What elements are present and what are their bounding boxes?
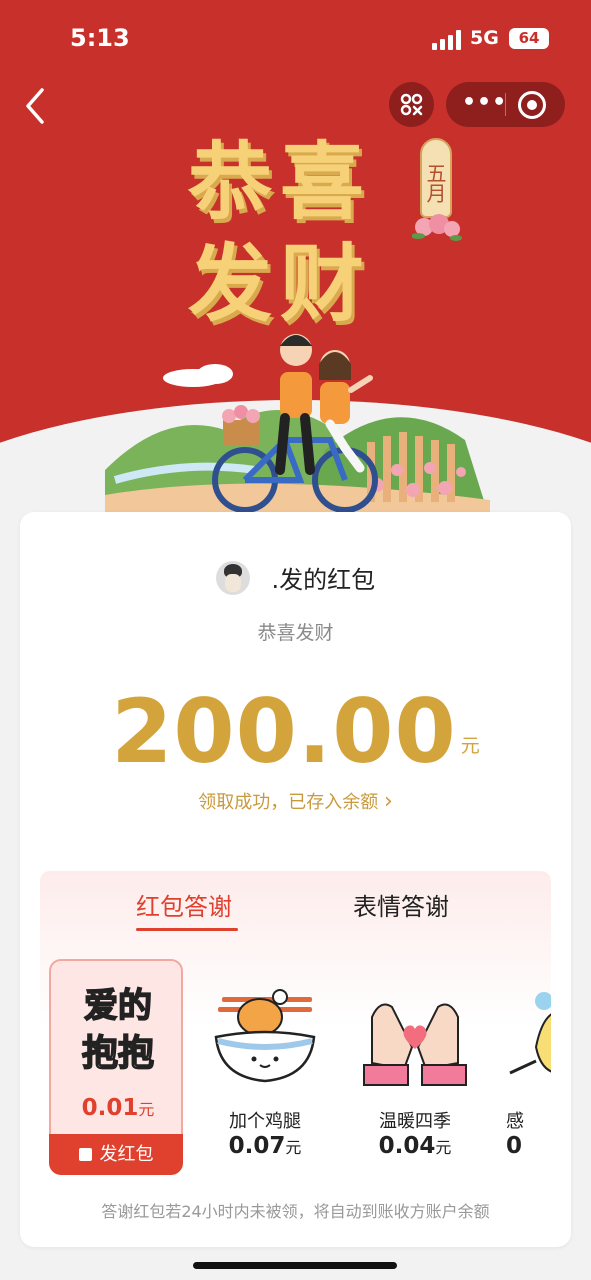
gift-card-partial[interactable]: 感 0 [498, 959, 551, 1173]
gift-price: 0.04元 [348, 1133, 482, 1159]
blessing-text: 恭喜发财 [257, 622, 334, 644]
received-text: 领取成功，已存入余额 [198, 792, 379, 813]
month-tag: 五月 [420, 138, 452, 218]
gift-price-unit: 元 [138, 1100, 155, 1119]
network-label: 5G [470, 27, 499, 49]
gift-name: 加个鸡腿 [229, 1111, 301, 1132]
gift-price: 0 [506, 1133, 551, 1159]
partial-gift-icon [509, 992, 551, 1075]
red-packet-detail-card: .发的红包 恭喜发财 200.00 元 领取成功，已存入余额 › 红包答谢 表情答… [20, 512, 571, 1247]
active-tab-indicator [136, 928, 238, 931]
battery-icon: 64 [509, 28, 549, 49]
red-packet-icon [78, 1148, 92, 1161]
banner-title-line1: 恭喜 [188, 132, 373, 231]
hug-sticker-line1: 爱的 [84, 986, 152, 1026]
roses-icon [412, 214, 462, 241]
mini-program-capsule: ••• [446, 82, 565, 127]
signal-icon [432, 30, 461, 50]
home-indicator[interactable] [193, 1262, 397, 1269]
hug-sticker-line2: 抱抱 [82, 1033, 154, 1074]
tab-red-packet-thanks[interactable]: 红包答谢 [136, 887, 232, 922]
sender-row: .发的红包 [20, 560, 571, 595]
gift-price-value: 0.07 [228, 1133, 286, 1159]
banner-title-line2: 发财 [188, 234, 373, 333]
gift-card-warm-seasons[interactable]: 温暖四季 0.04元 [348, 959, 482, 1173]
chevron-right-icon: › [383, 789, 393, 814]
gift-name: 温暖四季 [379, 1111, 451, 1132]
back-arrow-icon[interactable] [20, 86, 50, 126]
gift-card-hug[interactable]: 爱的 抱抱 0.01元 发红包 [49, 959, 185, 1175]
amount-value: 200.00 [111, 680, 457, 783]
thanks-panel: 红包答谢 表情答谢 爱的 抱抱 0.01元 发红包 加个鸡腿 0.07元 温暖四… [40, 871, 551, 1221]
received-balance-link[interactable]: 领取成功，已存入余额 › [20, 788, 571, 814]
gift-name: 感 [506, 1111, 524, 1132]
gift-card-drumstick[interactable]: 加个鸡腿 0.07元 [198, 959, 332, 1173]
gift-price: 0.01元 [51, 1095, 185, 1121]
amount-unit: 元 [460, 735, 480, 757]
sender-avatar[interactable] [215, 560, 250, 595]
thanks-tabs: 红包答谢 表情答谢 [40, 887, 551, 937]
couple-bicycle-illustration [105, 334, 490, 520]
capsule-divider [505, 93, 506, 116]
gift-price-unit: 元 [435, 1138, 452, 1157]
hug-sticker-art: 爱的 抱抱 [81, 985, 155, 1075]
red-packet-banner: 5:13 5G 64 ••• 恭喜 发财 五月 [0, 0, 591, 560]
amount-row: 200.00 元 [20, 680, 571, 783]
gift-price-value: 0 [506, 1133, 523, 1159]
gift-price-unit: 元 [285, 1138, 302, 1157]
send-red-packet-label: 发红包 [99, 1144, 154, 1165]
heart-hands-icon [363, 1003, 467, 1086]
close-miniprogram-icon[interactable] [518, 91, 546, 119]
more-icon[interactable]: ••• [462, 90, 507, 115]
status-time: 5:13 [70, 24, 130, 52]
gift-price-value: 0.01 [81, 1095, 139, 1121]
gift-price: 0.07元 [198, 1133, 332, 1159]
status-bar: 5:13 5G 64 [0, 22, 591, 58]
tab-sticker-thanks[interactable]: 表情答谢 [353, 887, 449, 922]
gift-price-value: 0.04 [378, 1133, 436, 1159]
thanks-hint: 答谢红包若24小时内未被领，将自动到账收方账户余额 [101, 1202, 490, 1221]
sender-name: .发的红包 [271, 566, 376, 594]
scan-icon[interactable] [389, 82, 434, 127]
rice-bowl-drumstick-icon [214, 989, 316, 1083]
send-red-packet-button[interactable]: 发红包 [49, 1134, 183, 1175]
